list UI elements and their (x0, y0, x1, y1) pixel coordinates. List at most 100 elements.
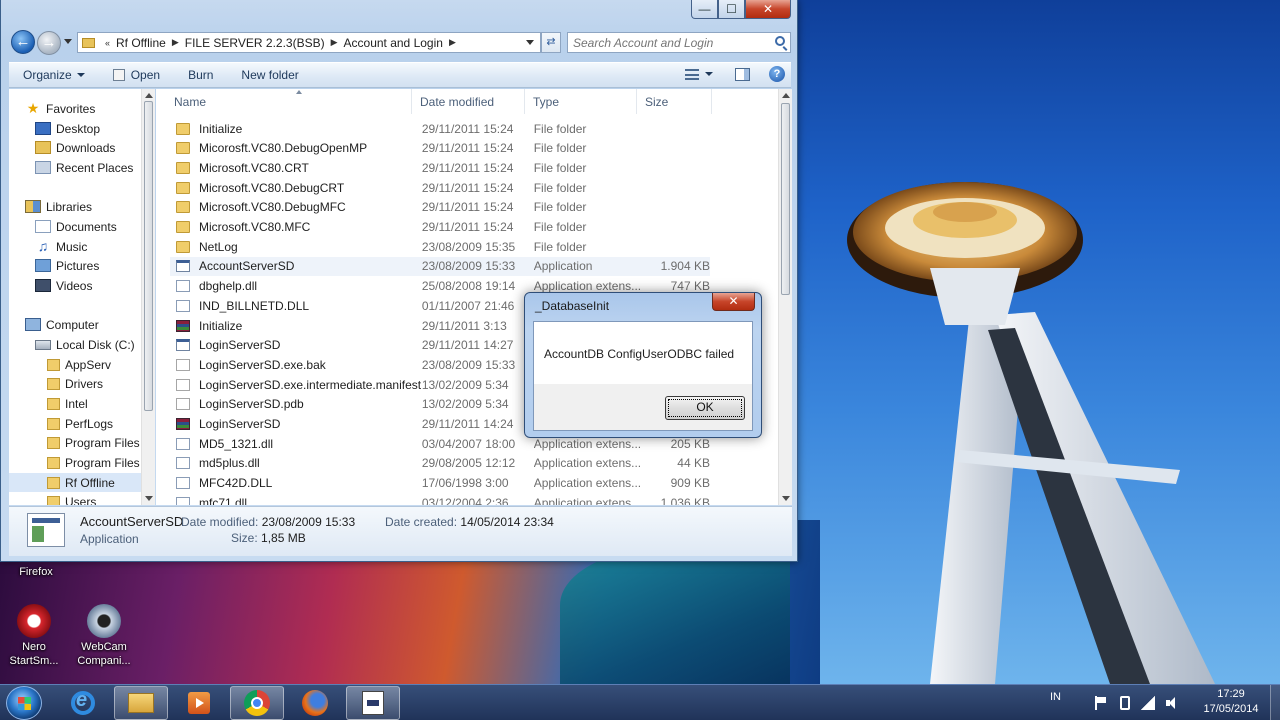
taskbar-chrome[interactable] (230, 686, 284, 720)
action-center-flag-icon[interactable] (1095, 696, 1109, 710)
file-row[interactable]: Initialize 29/11/2011 15:24 File folder (170, 119, 710, 138)
file-row[interactable]: Microsoft.VC80.DebugCRT 29/11/2011 15:24 F… (170, 178, 710, 197)
back-button[interactable]: ← (11, 30, 35, 54)
preview-pane-icon[interactable] (735, 67, 750, 81)
breadcrumb-file-server[interactable]: FILE SERVER 2.2.3(BSB) (181, 36, 329, 50)
taskbar-internet-explorer[interactable] (56, 686, 110, 720)
database-init-dialog[interactable]: _DatabaseInit ✕ AccountDB ConfigUserODBC… (524, 292, 762, 438)
recent-pages-dropdown[interactable] (64, 39, 72, 44)
folder-icon (47, 397, 60, 410)
desktop-icon-nero[interactable]: Nero StartSm... (0, 604, 70, 668)
nav-folder-program-files-x86[interactable]: Program Files ( (45, 453, 154, 472)
dialog-close-button[interactable]: ✕ (712, 293, 755, 311)
nav-music[interactable]: ♫ Music (35, 237, 154, 256)
address-bar[interactable]: « Rf Offline ▶ FILE SERVER 2.2.3(BSB) ▶ … (77, 32, 541, 53)
scroll-up-icon[interactable] (145, 93, 153, 98)
battery-icon[interactable] (1120, 696, 1130, 710)
column-header-name[interactable]: Name (166, 89, 412, 114)
breadcrumb-overflow[interactable]: « (103, 38, 112, 48)
file-row[interactable]: Microsoft.VC80.MFC 29/11/2011 15:24 File f… (170, 218, 710, 237)
search-box[interactable] (567, 32, 791, 53)
chevron-down-icon[interactable] (705, 72, 713, 76)
scrollbar-thumb[interactable] (144, 101, 153, 411)
nav-videos[interactable]: Videos (35, 276, 154, 295)
file-date-modified: 23/08/2009 15:33 (421, 357, 516, 372)
taskbar-firefox[interactable] (288, 686, 342, 720)
taskbar-media-player[interactable] (172, 686, 226, 720)
nav-pane-scrollbar[interactable] (141, 89, 155, 505)
organize-button[interactable]: Organize (9, 63, 99, 87)
nav-recent-places[interactable]: Recent Places (35, 158, 154, 177)
nav-desktop[interactable]: Desktop (35, 119, 154, 138)
forward-button[interactable]: → (37, 31, 61, 55)
views-icon[interactable] (685, 68, 699, 80)
show-desktop-button[interactable] (1270, 685, 1280, 720)
file-row[interactable]: AccountServerSD 23/08/2009 15:33 Applicati… (170, 256, 710, 276)
address-dropdown[interactable] (526, 40, 534, 45)
scroll-up-icon[interactable] (782, 93, 790, 98)
taskbar-windows-explorer[interactable] (114, 686, 168, 720)
nav-folder-appserv[interactable]: AppServ (45, 355, 154, 374)
documents-icon (35, 220, 51, 233)
volume-icon[interactable] (1166, 696, 1180, 710)
nav-folder-drivers[interactable]: Drivers (45, 374, 154, 393)
open-button[interactable]: Open (99, 63, 174, 87)
file-list-scrollbar[interactable] (778, 89, 792, 505)
nav-libraries[interactable]: Libraries (25, 197, 154, 216)
nav-folder-perflogs[interactable]: PerfLogs (45, 414, 154, 433)
search-input[interactable] (568, 33, 758, 52)
wallpaper-building-glass (560, 545, 790, 684)
file-date-modified: 03/04/2007 18:00 (421, 436, 516, 451)
explorer-window[interactable]: — ☐ ✕ ← → « Rf Offline ▶ FILE SERVER 2.2… (0, 0, 798, 562)
desktop-icon-firefox[interactable]: Firefox (0, 565, 72, 579)
nav-downloads[interactable]: Downloads (35, 138, 154, 157)
refresh-button[interactable]: ⇄ (541, 32, 561, 53)
language-indicator[interactable]: IN (1050, 691, 1061, 703)
column-header-size[interactable]: Size (637, 89, 712, 114)
libraries-icon (25, 200, 41, 213)
nav-favorites[interactable]: ★ Favorites (25, 99, 154, 118)
nav-folder-users[interactable]: Users (45, 492, 154, 505)
scrollbar-thumb[interactable] (781, 103, 790, 295)
nav-folder-rf-offline[interactable]: Rf Offline (9, 473, 141, 492)
file-date-modified: 03/12/2004 2:36 (421, 495, 509, 505)
start-button[interactable] (6, 686, 42, 720)
file-row[interactable]: Micorosft.VC80.DebugOpenMP 29/11/2011 15:… (170, 139, 710, 158)
scroll-down-icon[interactable] (145, 496, 153, 501)
file-row[interactable]: MFC42D.DLL 17/06/1998 3:00 Application ext… (170, 474, 710, 493)
burn-button[interactable]: Burn (174, 63, 227, 87)
search-icon[interactable] (775, 36, 785, 46)
chevron-right-icon[interactable]: ▶ (447, 37, 458, 48)
help-icon[interactable]: ? (769, 66, 785, 82)
file-row[interactable]: md5plus.dll 29/08/2005 12:12 Application e… (170, 454, 710, 473)
ok-button[interactable]: OK (665, 396, 745, 420)
minimize-button[interactable]: — (691, 0, 718, 19)
column-header-type[interactable]: Type (525, 89, 637, 114)
nav-pictures[interactable]: Pictures (35, 256, 154, 275)
nav-local-disk[interactable]: Local Disk (C:) (35, 335, 154, 354)
nav-folder-program-files[interactable]: Program Files (45, 433, 154, 452)
new-folder-button[interactable]: New folder (227, 63, 312, 87)
chevron-right-icon[interactable]: ▶ (170, 37, 181, 48)
breadcrumb-account-and-login[interactable]: Account and Login (340, 36, 447, 50)
taskbar-database-init-app[interactable] (346, 686, 400, 720)
column-header-date-modified[interactable]: Date modified (412, 89, 525, 114)
file-name: LoginServerSD.pdb (199, 397, 304, 412)
network-signal-icon[interactable] (1141, 696, 1155, 710)
file-row[interactable]: Microsoft.VC80.CRT 29/11/2011 15:24 File f… (170, 158, 710, 177)
chevron-right-icon[interactable]: ▶ (329, 37, 340, 48)
nav-computer[interactable]: Computer (25, 315, 154, 334)
nav-documents[interactable]: Documents (35, 217, 154, 236)
close-button[interactable]: ✕ (745, 0, 791, 19)
system-clock[interactable]: 17:29 17/05/2014 (1196, 687, 1266, 717)
maximize-button[interactable]: ☐ (718, 0, 745, 19)
nav-folder-intel[interactable]: Intel (45, 394, 154, 413)
desktop-icon-webcam[interactable]: WebCam Compani... (68, 604, 140, 668)
dll-icon (176, 437, 190, 450)
file-date-modified: 29/11/2011 15:24 (421, 141, 514, 156)
file-row[interactable]: NetLog 23/08/2009 15:35 File folder (170, 237, 710, 256)
file-row[interactable]: Microsoft.VC80.DebugMFC 29/11/2011 15:24 F… (170, 198, 710, 217)
scroll-down-icon[interactable] (782, 496, 790, 501)
breadcrumb-rf-offline[interactable]: Rf Offline (112, 36, 170, 50)
file-row[interactable]: mfc71.dll 03/12/2004 2:36 Application exte… (170, 493, 710, 505)
